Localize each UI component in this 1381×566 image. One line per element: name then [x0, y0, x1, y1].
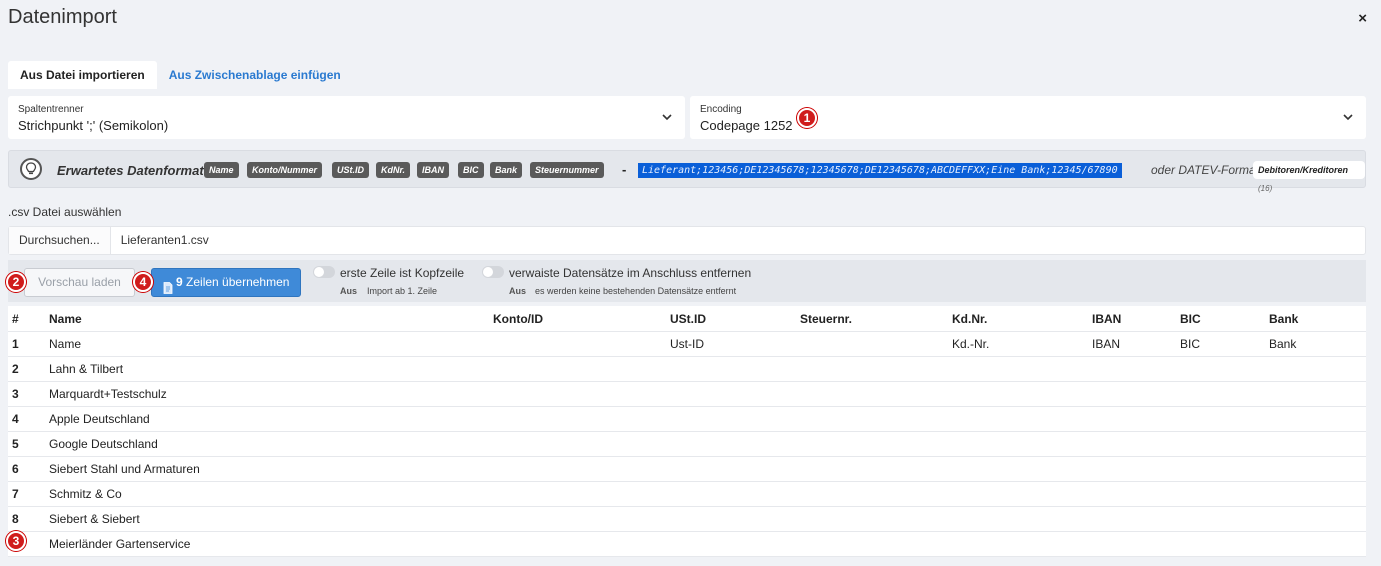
- table-header-row: # Name Konto/ID USt.ID Steuernr. Kd.Nr. …: [8, 306, 1366, 332]
- datev-format-name: Debitoren/Kreditoren: [1258, 165, 1349, 175]
- format-field-chip: Konto/Nummer: [247, 162, 322, 178]
- encoding-select[interactable]: Encoding Codepage 1252: [690, 96, 1366, 139]
- tab-import-file[interactable]: Aus Datei importieren: [8, 61, 157, 89]
- col-header-bic: BIC: [1180, 312, 1201, 326]
- dialog-title: Datenimport: [8, 6, 117, 28]
- take-rows-button[interactable]: 9 Zeilen übernehmen: [151, 268, 301, 297]
- callout-badge-4: 4: [133, 272, 153, 292]
- chevron-down-icon: [1342, 110, 1354, 122]
- file-name: Lieferanten1.csv: [120, 233, 209, 247]
- row-number: 2: [12, 362, 19, 376]
- take-rows-count: 9: [176, 275, 183, 289]
- row-name: Name: [49, 337, 82, 351]
- chevron-down-icon: [661, 110, 673, 122]
- callout-badge-2: 2: [6, 272, 26, 292]
- col-header-name: Name: [49, 312, 82, 326]
- header-row-toggle-sub: Import ab 1. Zeile: [367, 286, 438, 296]
- row-name: Lahn & Tilbert: [49, 362, 124, 376]
- format-field-chip: KdNr.: [376, 162, 411, 178]
- header-row-toggle[interactable]: [313, 266, 335, 278]
- format-dash: -: [622, 162, 627, 177]
- row-number: 8: [12, 512, 19, 526]
- table-row: 5 Google Deutschland: [8, 432, 1366, 457]
- col-header-number: #: [12, 312, 19, 326]
- row-number: 3: [12, 387, 19, 401]
- row-custnr: Kd.-Nr.: [952, 337, 990, 351]
- col-header-iban: IBAN: [1092, 312, 1122, 326]
- col-header-custnr: Kd.Nr.: [952, 312, 988, 326]
- col-header-bank: Bank: [1269, 312, 1299, 326]
- take-rows-label: Zeilen übernehmen: [186, 275, 290, 289]
- row-name: Siebert & Siebert: [49, 512, 140, 526]
- col-header-account: Konto/ID: [493, 312, 543, 326]
- file-input[interactable]: Durchsuchen... Lieferanten1.csv: [8, 226, 1366, 255]
- load-preview-button[interactable]: Vorschau laden: [24, 268, 135, 297]
- row-number: 7: [12, 487, 19, 501]
- callout-badge-3: 3: [6, 531, 26, 551]
- row-name: Marquardt+Testschulz: [49, 387, 167, 401]
- remove-orphans-toggle-state: Aus: [509, 286, 527, 296]
- remove-orphans-toggle-label: verwaiste Datensätze im Anschluss entfer…: [509, 266, 752, 280]
- browse-button[interactable]: Durchsuchen...: [9, 227, 111, 254]
- row-iban: IBAN: [1092, 337, 1121, 351]
- table-row: 3 Marquardt+Testschulz: [8, 382, 1366, 407]
- expected-format-bar: Erwartetes Datenformat: Name Konto/Numme…: [8, 150, 1366, 193]
- table-row: 1 Name Ust-ID Kd.-Nr. IBAN BIC Bank: [8, 332, 1366, 357]
- encoding-value: Codepage 1252: [700, 118, 793, 133]
- table-row: 2 Lahn & Tilbert: [8, 357, 1366, 382]
- row-number: 6: [12, 462, 19, 476]
- datev-format-count: (16): [1258, 184, 1273, 193]
- format-field-chip: USt.ID: [332, 162, 369, 178]
- callout-badge-1: 1: [797, 108, 817, 128]
- header-row-toggle-label: erste Zeile ist Kopfzeile: [340, 266, 465, 280]
- expected-format-label: Erwartetes Datenformat:: [57, 163, 208, 178]
- lightbulb-icon: [20, 158, 42, 180]
- table-body: 1 Name Ust-ID Kd.-Nr. IBAN BIC Bank 2 Lahn & Til…: [8, 332, 1366, 557]
- table-row: 4 Apple Deutschland: [8, 407, 1366, 432]
- row-name: Google Deutschland: [49, 437, 158, 451]
- row-vatid: Ust-ID: [670, 337, 704, 351]
- document-icon: [163, 277, 173, 304]
- action-bar: Vorschau laden 9 Zeilen übernehmen erste…: [8, 260, 1366, 302]
- separator-label: Spaltentrenner: [18, 104, 84, 115]
- format-field-chip: Bank: [490, 162, 523, 178]
- separator-value: Strichpunkt ';' (Semikolon): [18, 118, 169, 133]
- row-name: Schmitz & Co: [49, 487, 122, 501]
- row-number: 1: [12, 337, 19, 351]
- separator-select[interactable]: Spaltentrenner Strichpunkt ';' (Semikolo…: [8, 96, 685, 139]
- col-header-vatid: USt.ID: [670, 312, 706, 326]
- row-bic: BIC: [1180, 337, 1201, 351]
- row-name: Apple Deutschland: [49, 412, 150, 426]
- table-row: 6 Siebert Stahl und Armaturen: [8, 457, 1366, 482]
- encoding-label: Encoding: [700, 104, 742, 115]
- tab-paste-clipboard[interactable]: Aus Zwischenablage einfügen: [157, 61, 353, 89]
- format-field-chip: BIC: [458, 162, 484, 178]
- row-name: Siebert Stahl und Armaturen: [49, 462, 200, 476]
- close-icon[interactable]: ×: [1358, 10, 1367, 27]
- table-row: Meierländer Gartenservice: [8, 532, 1366, 557]
- csv-file-label: .csv Datei auswählen: [8, 205, 122, 219]
- format-field-chip: Name: [204, 162, 239, 178]
- col-header-taxnr: Steuernr.: [800, 312, 853, 326]
- remove-orphans-toggle-sub: es werden keine bestehenden Datensätze e…: [535, 286, 737, 296]
- format-field-chip: Steuernummer: [530, 162, 604, 178]
- header-row-toggle-state: Aus: [340, 286, 358, 296]
- format-field-chip: IBAN: [417, 162, 449, 178]
- row-number: 4: [12, 412, 19, 426]
- table-row: 7 Schmitz & Co: [8, 482, 1366, 507]
- datev-format-link[interactable]: Debitoren/Kreditoren (16): [1253, 161, 1365, 193]
- row-bank: Bank: [1269, 337, 1297, 351]
- row-name: Meierländer Gartenservice: [49, 537, 191, 551]
- preview-table: # Name Konto/ID USt.ID Steuernr. Kd.Nr. …: [8, 306, 1366, 557]
- datev-format-label: oder DATEV-Format:: [1151, 163, 1263, 177]
- remove-orphans-toggle[interactable]: [482, 266, 504, 278]
- row-number: 5: [12, 437, 19, 451]
- table-row: 8 Siebert & Siebert: [8, 507, 1366, 532]
- format-sample-line: Lieferant;123456;DE12345678;12345678;DE1…: [638, 163, 1122, 178]
- tab-bar: Aus Datei importieren Aus Zwischenablage…: [8, 61, 353, 89]
